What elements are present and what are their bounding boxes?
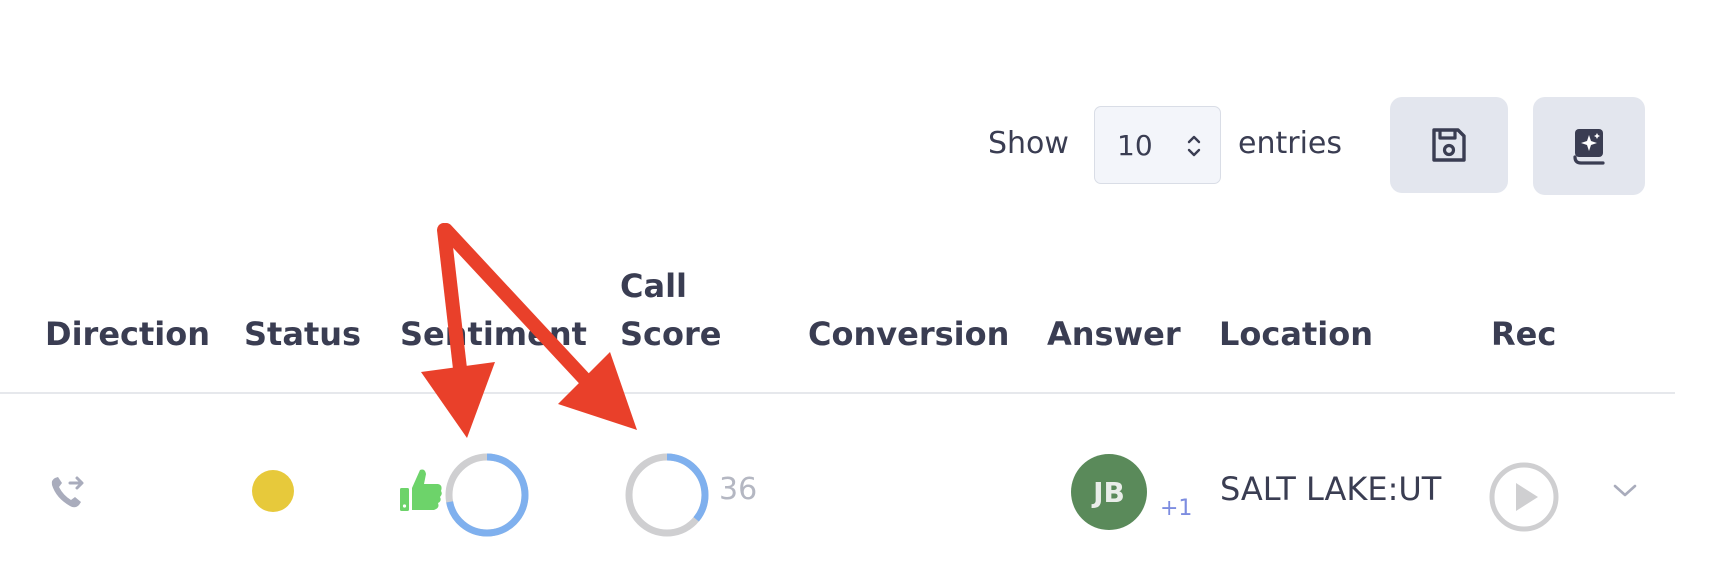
header-divider	[0, 392, 1675, 394]
column-call-score[interactable]: Call Score	[620, 262, 721, 358]
avatar-initials: JB	[1093, 475, 1125, 509]
column-status[interactable]: Status	[244, 310, 361, 358]
chevron-down-icon[interactable]	[1612, 480, 1638, 500]
column-conversion-label: Conversion	[808, 315, 1010, 353]
ai-book-button[interactable]	[1533, 97, 1645, 195]
entries-value: 10	[1117, 128, 1153, 162]
column-rec-label: Rec	[1491, 315, 1557, 353]
entries-label: entries	[1238, 126, 1342, 161]
thumbs-up-icon	[400, 469, 442, 511]
column-status-label: Status	[244, 315, 362, 353]
call-score-value: 36	[719, 472, 758, 507]
column-sentiment-label: Sentiment	[400, 315, 587, 353]
answer-extra-count[interactable]: +1	[1160, 496, 1192, 521]
column-answer-label: Answer	[1047, 315, 1181, 353]
updown-chevron-icon	[1187, 135, 1201, 157]
column-call-score-line2: Score	[620, 315, 722, 353]
sentiment-ring	[445, 453, 529, 537]
column-rec[interactable]: Rec	[1491, 310, 1556, 358]
call-score-ring	[625, 453, 709, 537]
phone-forward-icon	[51, 476, 84, 508]
column-direction[interactable]: Direction	[45, 310, 210, 358]
column-sentiment[interactable]: Sentiment	[400, 310, 587, 358]
column-call-score-line1: Call	[620, 267, 688, 305]
location-value: SALT LAKE:UT	[1220, 470, 1442, 508]
column-answer[interactable]: Answer	[1047, 310, 1181, 358]
status-dot	[252, 470, 294, 512]
column-location-label: Location	[1219, 315, 1373, 353]
avatar[interactable]: JB	[1071, 454, 1147, 530]
column-location[interactable]: Location	[1219, 310, 1373, 358]
floppy-disk-icon	[1432, 128, 1466, 162]
entries-select[interactable]: 10	[1094, 106, 1221, 184]
play-icon[interactable]	[1488, 461, 1560, 533]
column-direction-label: Direction	[45, 315, 211, 353]
show-label: Show	[988, 126, 1069, 161]
page: Show 10 entries Direction Status Sentime…	[0, 0, 1734, 582]
sparkle-book-icon	[1573, 129, 1605, 165]
save-button[interactable]	[1390, 97, 1508, 193]
column-conversion[interactable]: Conversion	[808, 310, 1009, 358]
